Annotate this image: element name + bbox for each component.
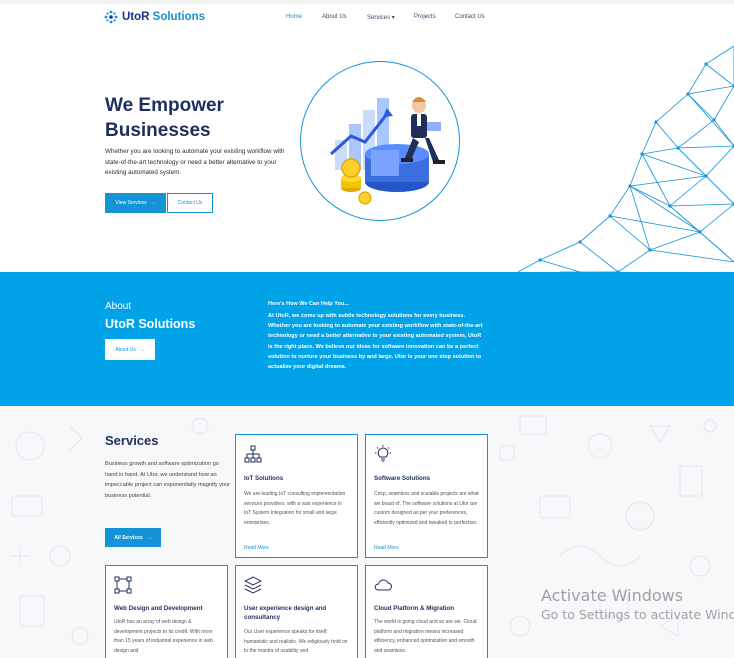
logo[interactable]: UtoR Solutions: [104, 10, 205, 24]
service-card-iot[interactable]: IoT Solutions We are leading IoT consult…: [235, 434, 358, 558]
about-us-button[interactable]: About Us →: [105, 339, 155, 360]
nav-home[interactable]: Home: [286, 14, 302, 20]
card-text: The world is going cloud and so are we. …: [374, 619, 477, 654]
cloud-icon: [374, 579, 392, 591]
hero-title: We Empower Businesses: [105, 95, 224, 141]
activate-windows-watermark: Activate Windows Go to Settings to activ…: [541, 586, 734, 622]
lightbulb-icon: [375, 445, 391, 462]
card-title: User experience design and consultancy: [244, 605, 327, 621]
about-body: At UtoR, we come up with subtle technolo…: [268, 313, 483, 371]
about-label: About: [105, 301, 132, 312]
about-title: UtoR Solutions: [105, 317, 196, 331]
card-title: Software Solutions: [374, 475, 431, 482]
card-title: Cloud Platform & Migration: [374, 605, 455, 612]
logo-icon: [104, 10, 118, 24]
read-more-link[interactable]: Read More: [244, 545, 269, 551]
nav-projects[interactable]: Projects: [414, 14, 436, 20]
watermark-line-2: Go to Settings to activate Windows.: [541, 607, 734, 622]
arrow-right-icon: →: [146, 534, 152, 541]
navbar: UtoR Solutions Home About Us Services ▾ …: [0, 4, 734, 34]
services-title: Services: [105, 433, 159, 448]
layers-icon: [244, 576, 262, 594]
nav-about[interactable]: About Us: [322, 14, 347, 20]
logo-text: UtoR Solutions: [122, 11, 206, 23]
service-card-cloud[interactable]: Cloud Platform & Migration The world is …: [365, 565, 488, 658]
about-heading: Here's How We Can Help You...: [268, 301, 349, 307]
network-graphic: [517, 45, 734, 272]
card-title: Web Design and Development: [114, 605, 203, 612]
service-card-software[interactable]: Software Solutions Crisp, seamless and s…: [365, 434, 488, 558]
network-icon: [244, 445, 262, 463]
nav-contact[interactable]: Contact Us: [455, 14, 485, 20]
hero-illustration: [300, 61, 460, 221]
nav-services[interactable]: Services ▾: [367, 14, 395, 21]
chevron-down-icon: ▾: [391, 15, 395, 21]
card-text: We are leading IoT consulting implementa…: [244, 491, 346, 526]
arrow-right-icon: →: [139, 346, 145, 353]
view-services-button[interactable]: View Services →: [105, 193, 166, 213]
watermark-line-1: Activate Windows: [541, 586, 684, 605]
vector-square-icon: [114, 576, 132, 594]
hero-text: Whether you are looking to automate your…: [105, 148, 285, 176]
arrow-right-icon: →: [150, 200, 156, 206]
service-card-web[interactable]: Web Design and Development UtoR has an a…: [105, 565, 228, 658]
card-text: UtoR has an array of web design & develo…: [114, 619, 213, 654]
contact-us-button[interactable]: Contact Us: [167, 193, 213, 213]
read-more-link[interactable]: Read More: [374, 545, 399, 551]
services-text: Business growth and software optimizatio…: [105, 461, 230, 499]
all-services-button[interactable]: All Services →: [105, 528, 161, 547]
card-text: Crisp, seamless and scalable projects ar…: [374, 491, 479, 526]
card-text: Our User experience speaks for itself; h…: [244, 629, 348, 655]
service-card-ux[interactable]: User experience design and consultancy O…: [235, 565, 358, 658]
card-title: IoT Solutions: [244, 475, 284, 482]
